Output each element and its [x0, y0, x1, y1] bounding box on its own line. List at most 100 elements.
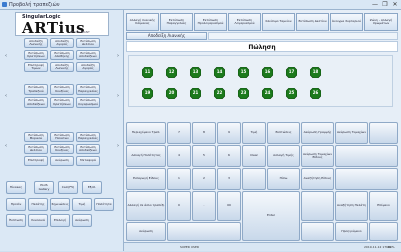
- keypad-key[interactable]: [167, 222, 241, 241]
- scroll-right-icon[interactable]: ›: [115, 142, 121, 150]
- keypad-key[interactable]: Αναζήτηση Είδους: [301, 168, 334, 190]
- keypad-key[interactable]: Πίσω: [267, 168, 300, 190]
- minimize-button[interactable]: —: [370, 0, 380, 9]
- table-icon[interactable]: 15: [238, 67, 249, 78]
- table-icon[interactable]: 23: [238, 88, 249, 99]
- scroll-right-icon[interactable]: ›: [115, 52, 121, 60]
- left-group1-button[interactable]: Αποδείξη Αγοράς: [50, 38, 74, 48]
- left-group3-button[interactable]: Εκτύπωση Κουζίνας: [50, 144, 74, 154]
- left-bottom-button[interactable]: Προϊόν: [6, 198, 26, 211]
- left-group3-button[interactable]: Εκτύπωση Δελτίου: [24, 144, 48, 154]
- keypad-key[interactable]: 3: [217, 168, 241, 190]
- header-tab[interactable]: Αλλαγή Λιανικής Κλίμακας: [126, 13, 159, 31]
- left-bottom-button[interactable]: Συνολικά: [28, 214, 48, 227]
- table-icon[interactable]: 25: [286, 88, 297, 99]
- table-icon[interactable]: 24: [262, 88, 273, 99]
- keypad-key[interactable]: 6: [217, 145, 241, 167]
- keypad-key[interactable]: [335, 168, 398, 190]
- table-icon[interactable]: 11: [142, 67, 153, 78]
- left-group1-button[interactable]: Επιστροφή Τιμών: [24, 62, 48, 72]
- keypad-key[interactable]: Ακύρωση Γραμμής: [301, 122, 334, 144]
- left-group3-button[interactable]: Εκτύπωση Αποδείξεων: [76, 144, 100, 154]
- keypad-key[interactable]: Εκπτώσεις: [267, 122, 300, 144]
- header-tab[interactable]: Εκτύπωση Προλογαριασμού: [194, 13, 227, 31]
- left-bottom-row-button[interactable]: Εξοδ.: [82, 181, 102, 194]
- table-icon[interactable]: 26: [310, 88, 321, 99]
- scroll-left-icon[interactable]: ‹: [3, 142, 9, 150]
- left-group2-button[interactable]: Εκτύπωση Τραπεζιού: [24, 84, 48, 95]
- left-bottom-button[interactable]: Πελάτης: [28, 198, 48, 211]
- left-group1-button[interactable]: Εκτύπωση Αποθήκης: [50, 50, 74, 60]
- left-group2-button[interactable]: Εκτύπωση Παραγγελίας: [76, 84, 100, 95]
- receipt-type-label[interactable]: Αποδείξη Λιανικής: [126, 32, 207, 40]
- header-tab[interactable]: Κλείσιμο Ταμείου: [262, 13, 295, 31]
- keypad-key[interactable]: Περιεχόμενο Τραπ.: [126, 122, 166, 144]
- left-group3-button[interactable]: Μεταφορά: [76, 156, 100, 166]
- table-icon[interactable]: 20: [166, 88, 177, 99]
- keypad-key[interactable]: Ακύρωση Τεμαχίων: [335, 122, 368, 144]
- left-group1-button[interactable]: Εκτύπωση Δελτίου: [76, 38, 100, 48]
- left-group1-button[interactable]: Εκτύπωση Αποδείξεων: [76, 50, 100, 60]
- keypad-key[interactable]: Ακύρωση: [126, 222, 166, 241]
- keypad-key[interactable]: Ακύρωση Τεμαχίων Είδους: [301, 145, 334, 167]
- table-icon[interactable]: 18: [310, 67, 321, 78]
- left-group3-button[interactable]: Εκτύπωση Μερικού: [24, 132, 48, 142]
- keypad-key[interactable]: 5: [192, 145, 216, 167]
- left-bottom-row-button[interactable]: Calc(F5): [58, 181, 78, 194]
- left-bottom-button[interactable]: Έκπτωση: [6, 214, 26, 227]
- keypad-key[interactable]: Αναζήτηση Πελάτη: [335, 191, 368, 221]
- keypad-key[interactable]: [242, 168, 266, 190]
- keypad-key[interactable]: 9: [217, 122, 241, 144]
- keypad-key[interactable]: Αλλαγή Ποσότητας: [126, 145, 166, 167]
- keypad-key[interactable]: 1: [167, 168, 191, 190]
- keypad-key[interactable]: Αλλαγή Τιμής: [267, 145, 300, 167]
- table-icon[interactable]: 22: [214, 88, 225, 99]
- left-group3-button[interactable]: Εκτύπωση Παραγγελίας: [76, 132, 100, 142]
- left-group2-button[interactable]: Εκτύπωση Αποδείξεων: [24, 97, 48, 108]
- table-icon[interactable]: 21: [190, 88, 201, 99]
- keypad-key[interactable]: Προηγούμενο: [335, 222, 368, 241]
- keypad-key[interactable]: .: [192, 191, 216, 221]
- keypad-key[interactable]: 0: [167, 191, 191, 221]
- scroll-right-icon[interactable]: ›: [115, 92, 121, 100]
- keypad-key[interactable]: Clear: [242, 145, 266, 167]
- table-icon[interactable]: 14: [214, 67, 225, 78]
- left-bottom-button[interactable]: Σημειώσεις: [50, 198, 70, 211]
- keypad-key[interactable]: 7: [167, 122, 191, 144]
- left-group3-button[interactable]: Επιστροφή: [24, 156, 48, 166]
- keypad-key[interactable]: 00: [217, 191, 241, 221]
- scroll-left-icon[interactable]: ‹: [3, 52, 9, 60]
- table-icon[interactable]: 13: [190, 67, 201, 78]
- keypad-key[interactable]: [301, 222, 334, 241]
- keypad-key[interactable]: 4: [167, 145, 191, 167]
- table-icon[interactable]: 17: [286, 67, 297, 78]
- header-tab[interactable]: Εκτύπωση Παραγγελίας: [160, 13, 193, 31]
- keypad-key[interactable]: 8: [192, 122, 216, 144]
- left-bottom-button[interactable]: Ποσότητα: [94, 198, 114, 211]
- scroll-left-icon[interactable]: ‹: [3, 92, 9, 100]
- keypad-key[interactable]: [369, 222, 398, 241]
- keypad-key[interactable]: [369, 122, 398, 144]
- keypad-key[interactable]: Αλλαγή σε άλλο τραπέζι: [126, 191, 166, 221]
- left-bottom-button[interactable]: Επιλογή: [50, 214, 70, 227]
- close-button[interactable]: ✕: [390, 0, 400, 9]
- left-group2-button[interactable]: Εκτύπωση Κρατήσεων: [50, 97, 74, 108]
- header-tab[interactable]: Ζώνη - Αλλαγή Χρωμάτων: [364, 13, 398, 31]
- table-icon[interactable]: 19: [142, 88, 153, 99]
- header-tab[interactable]: Εκτύπωση Λογαριασμού: [228, 13, 261, 31]
- left-group2-button[interactable]: Εκτύπωση Λογαριασμού: [76, 97, 100, 108]
- table-icon[interactable]: 12: [166, 67, 177, 78]
- enter-key[interactable]: Enter: [242, 191, 300, 241]
- left-bottom-button[interactable]: Τιμή: [72, 198, 92, 211]
- header-tab[interactable]: Άνοιγμα Συρταριού: [330, 13, 363, 31]
- left-group3-button[interactable]: Ακύρωση: [50, 156, 74, 166]
- left-group1-button[interactable]: Αποδείξη Αγοράς: [76, 62, 100, 72]
- left-group2-button[interactable]: Εκτύπωση Κουζίνας: [50, 84, 74, 95]
- keypad-key[interactable]: Επόμενο: [369, 191, 398, 221]
- keypad-key[interactable]: [335, 145, 398, 167]
- header-tab[interactable]: Εκτύπωση Δελτίου: [296, 13, 329, 31]
- keypad-key[interactable]: 2: [192, 168, 216, 190]
- left-group1-button[interactable]: Αποδείξη Λιανικής: [50, 62, 74, 72]
- left-bottom-row-button[interactable]: Πίνακας: [6, 181, 26, 194]
- left-group3-button[interactable]: Εκτύπωση Πελατών: [50, 132, 74, 142]
